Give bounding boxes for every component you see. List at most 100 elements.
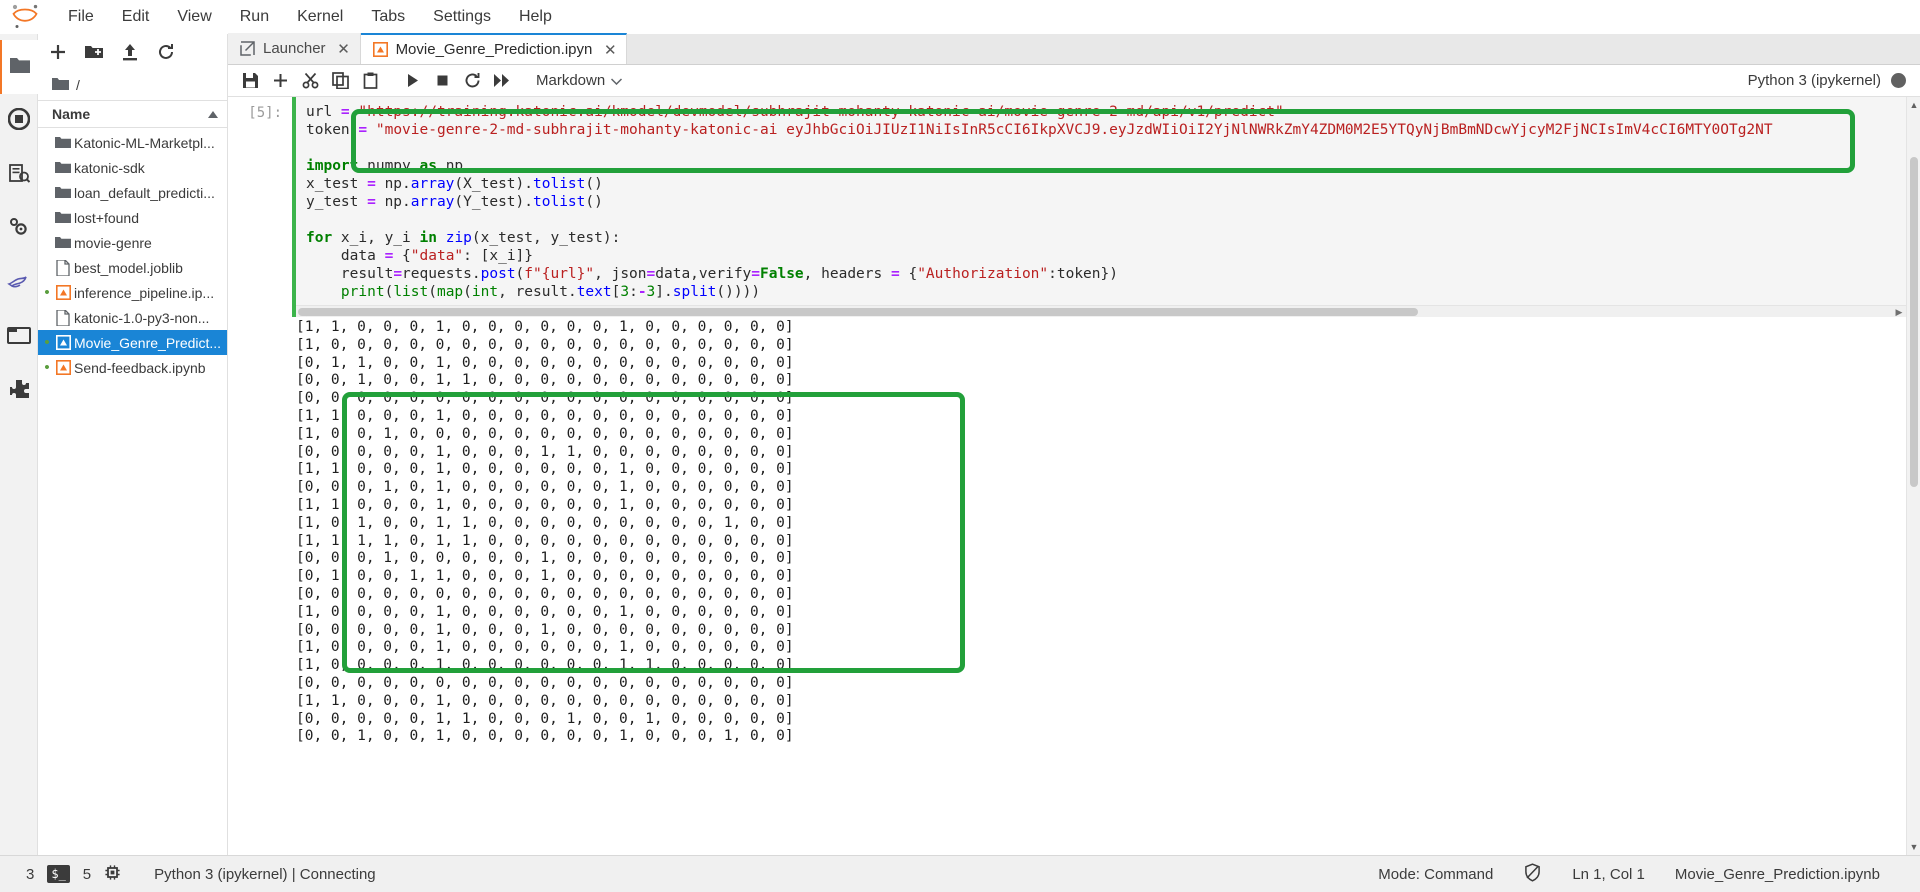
menu-settings[interactable]: Settings [419,4,505,30]
sidebar-item-running[interactable] [0,94,38,148]
jupyter-logo-icon [10,4,40,30]
file-list-item-label: lost+found [74,209,139,226]
file-browser-column-header[interactable]: Name [38,100,227,128]
sidebar-item-table-of-contents[interactable] [0,148,38,202]
sidebar-item-extension-manager[interactable] [0,364,38,418]
open-tabs-icon [6,324,31,351]
file-browser-panel: / Name •Katonic-ML-Marketpl...•katonic-s… [38,34,228,855]
run-cell-button[interactable] [398,68,426,94]
close-icon[interactable]: ✕ [336,41,352,58]
editor-mode-label[interactable]: Mode: Command [1378,866,1493,883]
cut-cell-button[interactable] [296,68,324,94]
file-list-item[interactable]: •Katonic-ML-Marketpl... [38,130,227,155]
cell-input-area[interactable]: url = "https://training.katonic.ai/kmode… [292,97,1906,317]
tab-launcher[interactable]: Launcher ✕ [228,33,361,64]
menu-tabs[interactable]: Tabs [357,4,419,30]
kernel-count[interactable]: 5 [83,866,91,883]
file-list-item[interactable]: •katonic-sdk [38,155,227,180]
sidebar-item-file-browser[interactable] [0,40,38,94]
file-list-item[interactable]: •lost+found [38,205,227,230]
tab-label: Launcher [263,40,326,57]
file-browser-toolbar [38,34,227,70]
menu-kernel[interactable]: Kernel [283,4,357,30]
file-list-item-label: katonic-sdk [74,159,145,176]
left-sidebar-rail [0,34,38,855]
running-indicator-dot-icon: • [44,333,50,351]
sidebar-item-open-tabs[interactable] [0,310,38,364]
upload-button[interactable] [114,38,146,66]
notebook-scroll-region: [5]: url = "https://training.katonic.ai/… [228,97,1920,855]
paste-cell-button[interactable] [356,68,384,94]
horizontal-scroll-thumb[interactable] [298,308,1418,316]
puzzle-piece-icon [8,378,30,405]
sidebar-item-katonic[interactable] [0,256,38,310]
tab-movie-genre-prediction-ipyn[interactable]: Movie_Genre_Prediction.ipyn ✕ [360,33,628,64]
cell-type-select[interactable]: Markdown [530,70,640,91]
breadcrumb-path: / [76,77,80,93]
code-cell[interactable]: [5]: url = "https://training.katonic.ai/… [228,97,1906,317]
file-list-item-label: katonic-1.0-py3-non... [74,309,210,326]
cell-source-code[interactable]: url = "https://training.katonic.ai/kmode… [296,97,1906,305]
folder-icon [52,186,74,199]
menu-view[interactable]: View [163,4,225,30]
menu-file[interactable]: File [54,4,108,30]
notebook-icon [52,360,74,375]
menu-run[interactable]: Run [226,4,283,30]
untrusted-shield-icon[interactable] [1523,862,1542,886]
folder-icon [52,136,74,149]
cpu-icon[interactable] [104,864,121,885]
notebook-icon [372,42,388,57]
gear-icon [7,215,31,244]
tab-bar: Launcher ✕ Movie_Genre_Prediction.ipyn ✕ [228,33,1920,65]
insert-cell-button[interactable] [266,68,294,94]
scroll-up-arrow-icon[interactable]: ▲ [1907,97,1920,113]
status-bar-left: 3 $_ 5 Python 3 (ipykernel) | Connecting [0,864,376,885]
status-bar-right: Mode: Command Ln 1, Col 1 Movie_Genre_Pr… [1378,862,1920,886]
file-list-item[interactable]: •katonic-1.0-py3-non... [38,305,227,330]
menu-edit[interactable]: Edit [108,4,164,30]
menu-help[interactable]: Help [505,4,566,30]
application-shell: / Name •Katonic-ML-Marketpl...•katonic-s… [0,33,1920,855]
breadcrumb[interactable]: / [38,70,227,100]
file-list-item[interactable]: • Movie_Genre_Predict... [38,330,227,355]
kernel-status-text[interactable]: Python 3 (ipykernel) | Connecting [154,866,376,883]
close-icon[interactable]: ✕ [602,42,618,59]
interrupt-kernel-button[interactable] [428,68,456,94]
kernel-status-indicator[interactable]: Python 3 (ipykernel) [1748,72,1920,89]
table-of-contents-icon [8,162,30,189]
restart-kernel-button[interactable] [458,68,486,94]
cursor-position[interactable]: Ln 1, Col 1 [1572,866,1645,883]
file-list-item[interactable]: • Send-feedback.ipynb [38,355,227,380]
status-bar: 3 $_ 5 Python 3 (ipykernel) | Connecting… [0,855,1920,892]
sort-caret-icon[interactable] [207,106,219,122]
cell-prompt: [5]: [248,105,282,121]
file-icon [52,259,74,276]
scroll-down-arrow-icon[interactable]: ▼ [1907,839,1920,855]
vertical-scroll-thumb[interactable] [1910,157,1918,487]
file-list-item-label: Send-feedback.ipynb [74,359,206,376]
terminal-count[interactable]: 3 [26,866,34,883]
folder-icon [52,161,74,174]
notebook-vertical-scrollbar[interactable]: ▲ ▼ [1906,97,1920,855]
sidebar-item-property-inspector[interactable] [0,202,38,256]
copy-cell-button[interactable] [326,68,354,94]
file-list-item[interactable]: •movie-genre [38,230,227,255]
cell-horizontal-scrollbar[interactable]: ◀ ▶ [296,305,1906,317]
file-list-item[interactable]: • inference_pipeline.ip... [38,280,227,305]
restart-and-run-all-button[interactable] [488,68,516,94]
katonic-kangaroo-icon [6,271,32,296]
notebook-panel: Launcher ✕ Movie_Genre_Prediction.ipyn ✕ [228,33,1920,855]
menu-bar: File Edit View Run Kernel Tabs Settings Help [0,0,1920,34]
file-list: •Katonic-ML-Marketpl...•katonic-sdk•loan… [38,128,227,855]
new-folder-button[interactable] [78,38,110,66]
file-list-item[interactable]: •loan_default_predicti... [38,180,227,205]
running-terminals-icon [7,107,30,135]
running-indicator-dot-icon: • [44,283,50,301]
refresh-button[interactable] [150,38,182,66]
save-button[interactable] [236,68,264,94]
file-list-item[interactable]: •best_model.joblib [38,255,227,280]
scroll-right-arrow-icon[interactable]: ▶ [1892,306,1906,318]
terminal-icon[interactable]: $_ [47,865,70,883]
new-launcher-button[interactable] [42,38,74,66]
column-header-name: Name [52,106,91,122]
